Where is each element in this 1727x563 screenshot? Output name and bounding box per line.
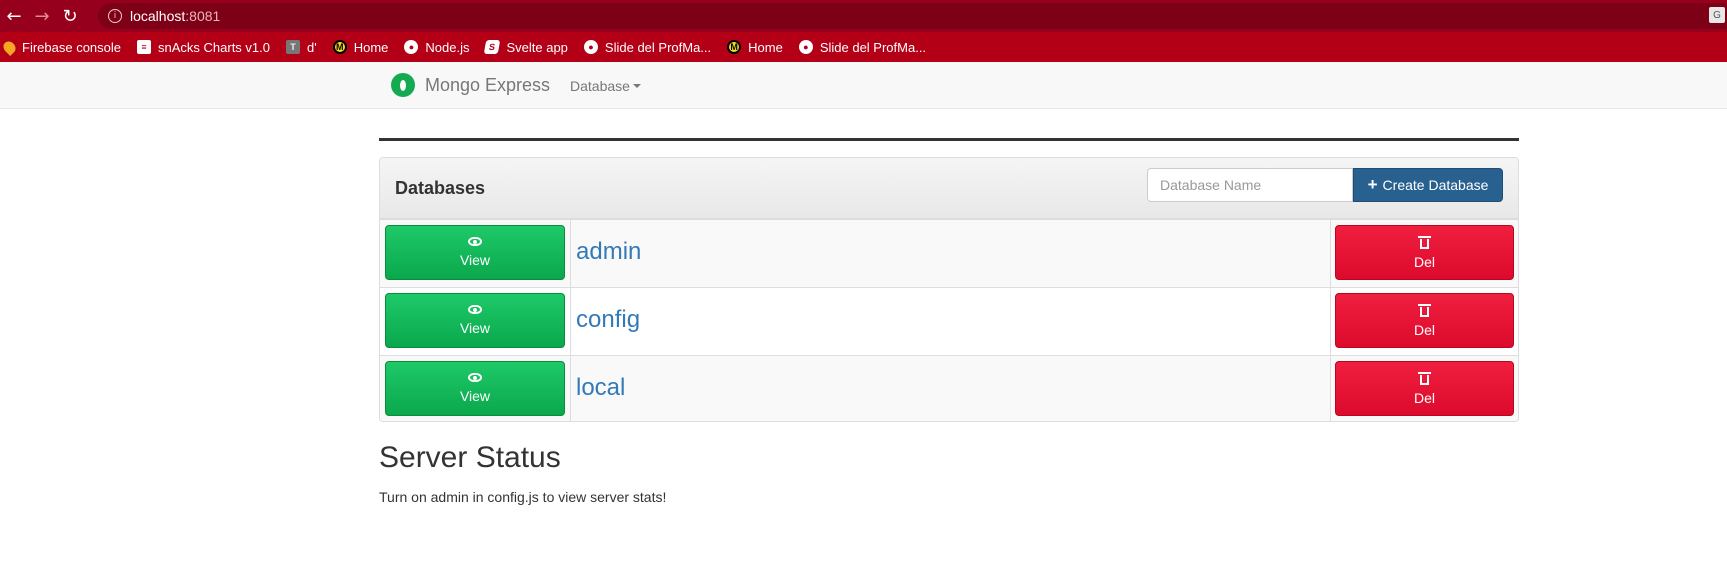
delete-button[interactable]: Del — [1335, 225, 1514, 280]
database-link[interactable]: admin — [576, 238, 641, 266]
bookmark-snacks-charts[interactable]: ≡ snAcks Charts v1.0 — [137, 40, 270, 55]
trash-icon — [1418, 235, 1431, 249]
forward-arrow-icon[interactable]: → — [28, 2, 56, 30]
database-name-input[interactable] — [1147, 168, 1353, 202]
bookmark-home-2[interactable]: M Home — [727, 40, 783, 55]
mongodb-leaf-icon — [391, 73, 415, 97]
create-database-button[interactable]: + Create Database — [1353, 168, 1503, 202]
globe-icon: ● — [583, 40, 598, 54]
m-icon: M — [727, 40, 742, 54]
bookmarks-bar: Firebase console ≡ snAcks Charts v1.0 Td'… — [0, 32, 1727, 62]
database-link[interactable]: local — [576, 374, 625, 402]
url-text: localhost:8081 — [130, 8, 221, 24]
panel-heading: Databases + Create Database — [380, 158, 1518, 219]
address-bar[interactable]: i localhost:8081 — [98, 3, 1727, 29]
view-button[interactable]: View — [385, 293, 565, 348]
globe-icon: ● — [798, 40, 813, 54]
view-button[interactable]: View — [385, 225, 565, 280]
plus-icon: + — [1367, 175, 1378, 194]
snacks-icon: ≡ — [137, 40, 151, 54]
firebase-icon — [1, 38, 18, 56]
server-status-message: Turn on admin in config.js to view serve… — [379, 489, 667, 505]
m-icon: M — [332, 40, 347, 54]
database-dropdown[interactable]: Database — [570, 78, 641, 94]
table-row: View config Del — [380, 287, 1518, 355]
table-row: View admin Del — [380, 219, 1518, 287]
browser-toolbar: ← → ↻ i localhost:8081 G — [0, 0, 1727, 32]
t-icon: T — [286, 40, 300, 54]
trash-icon — [1418, 371, 1431, 385]
bookmark-home-1[interactable]: M Home — [332, 40, 388, 55]
back-arrow-icon[interactable]: ← — [0, 2, 28, 30]
delete-button[interactable]: Del — [1335, 293, 1514, 348]
server-status-heading: Server Status — [379, 441, 561, 474]
bookmark-slide-profma-2[interactable]: ● Slide del ProfMa... — [798, 40, 926, 55]
bookmark-nodejs[interactable]: ● Node.js — [404, 40, 469, 55]
database-link[interactable]: config — [576, 306, 640, 334]
bookmark-slide-profma-1[interactable]: ● Slide del ProfMa... — [583, 40, 711, 55]
trash-icon — [1418, 303, 1431, 317]
databases-panel: Databases + Create Database View admin D… — [379, 157, 1519, 422]
reload-icon[interactable]: ↻ — [56, 2, 84, 30]
table-row: View local Del — [380, 355, 1518, 421]
eye-icon — [468, 237, 482, 246]
brand-name: Mongo Express — [425, 74, 551, 95]
brand-link[interactable]: Mongo Express — [391, 73, 550, 97]
globe-icon: ● — [404, 40, 419, 54]
bookmark-d[interactable]: Td' — [286, 40, 317, 55]
app-navbar: Mongo Express Database — [0, 62, 1727, 109]
site-info-icon[interactable]: i — [108, 9, 122, 23]
translate-icon[interactable]: G — [1709, 7, 1725, 23]
bookmark-firebase-console[interactable]: Firebase console — [1, 38, 121, 56]
caret-down-icon — [632, 84, 641, 88]
eye-icon — [468, 305, 482, 314]
view-button[interactable]: View — [385, 361, 565, 416]
svelte-icon: S — [484, 40, 501, 54]
divider — [379, 138, 1519, 141]
delete-button[interactable]: Del — [1335, 361, 1514, 416]
panel-title: Databases — [395, 178, 486, 198]
bookmark-svelte-app[interactable]: S Svelte app — [484, 40, 568, 55]
eye-icon — [468, 373, 482, 382]
